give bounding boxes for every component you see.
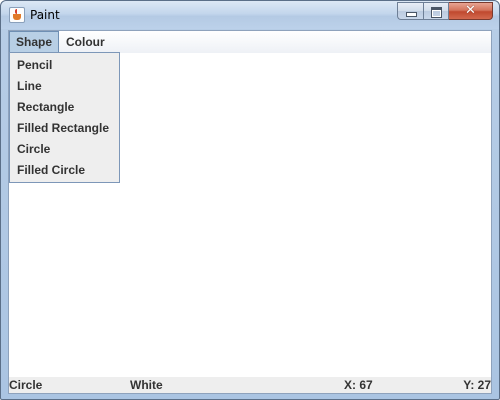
menu-colour[interactable]: Colour	[59, 31, 112, 53]
cup-shape	[13, 14, 21, 20]
menu-item-filled-rectangle[interactable]: Filled Rectangle	[10, 118, 119, 139]
caption-buttons: ✕	[397, 2, 493, 21]
close-button[interactable]: ✕	[449, 2, 493, 20]
maximize-icon	[431, 7, 442, 18]
shape-dropdown-menu: Pencil Line Rectangle Filled Rectangle C…	[9, 52, 120, 183]
close-icon: ✕	[465, 3, 476, 18]
java-cup-icon[interactable]	[9, 7, 25, 23]
status-shape: Circle	[9, 378, 43, 392]
menu-item-pencil[interactable]: Pencil	[10, 55, 119, 76]
minimize-button[interactable]	[397, 2, 423, 20]
title-bar[interactable]: Paint ✕	[1, 1, 499, 29]
status-colour: White	[130, 378, 163, 392]
menu-item-filled-circle[interactable]: Filled Circle	[10, 160, 119, 181]
status-y-coordinate: Y: 27	[463, 378, 491, 392]
menu-item-circle[interactable]: Circle	[10, 139, 119, 160]
status-x-coordinate: X: 67	[344, 378, 373, 392]
client-area: Shape Colour Pencil Line Rectangle Fille…	[8, 30, 492, 394]
menu-item-rectangle[interactable]: Rectangle	[10, 97, 119, 118]
menu-shape[interactable]: Shape	[9, 31, 60, 53]
status-bar: Circle White X: 67 Y: 27	[9, 377, 491, 393]
menu-bar: Shape Colour	[9, 31, 491, 54]
window-title: Paint	[30, 8, 60, 22]
paint-window: Paint ✕ Shape Colour Pencil Line Rectang…	[0, 0, 500, 400]
minimize-icon	[406, 12, 417, 17]
maximize-button[interactable]	[423, 2, 449, 20]
menu-item-line[interactable]: Line	[10, 76, 119, 97]
